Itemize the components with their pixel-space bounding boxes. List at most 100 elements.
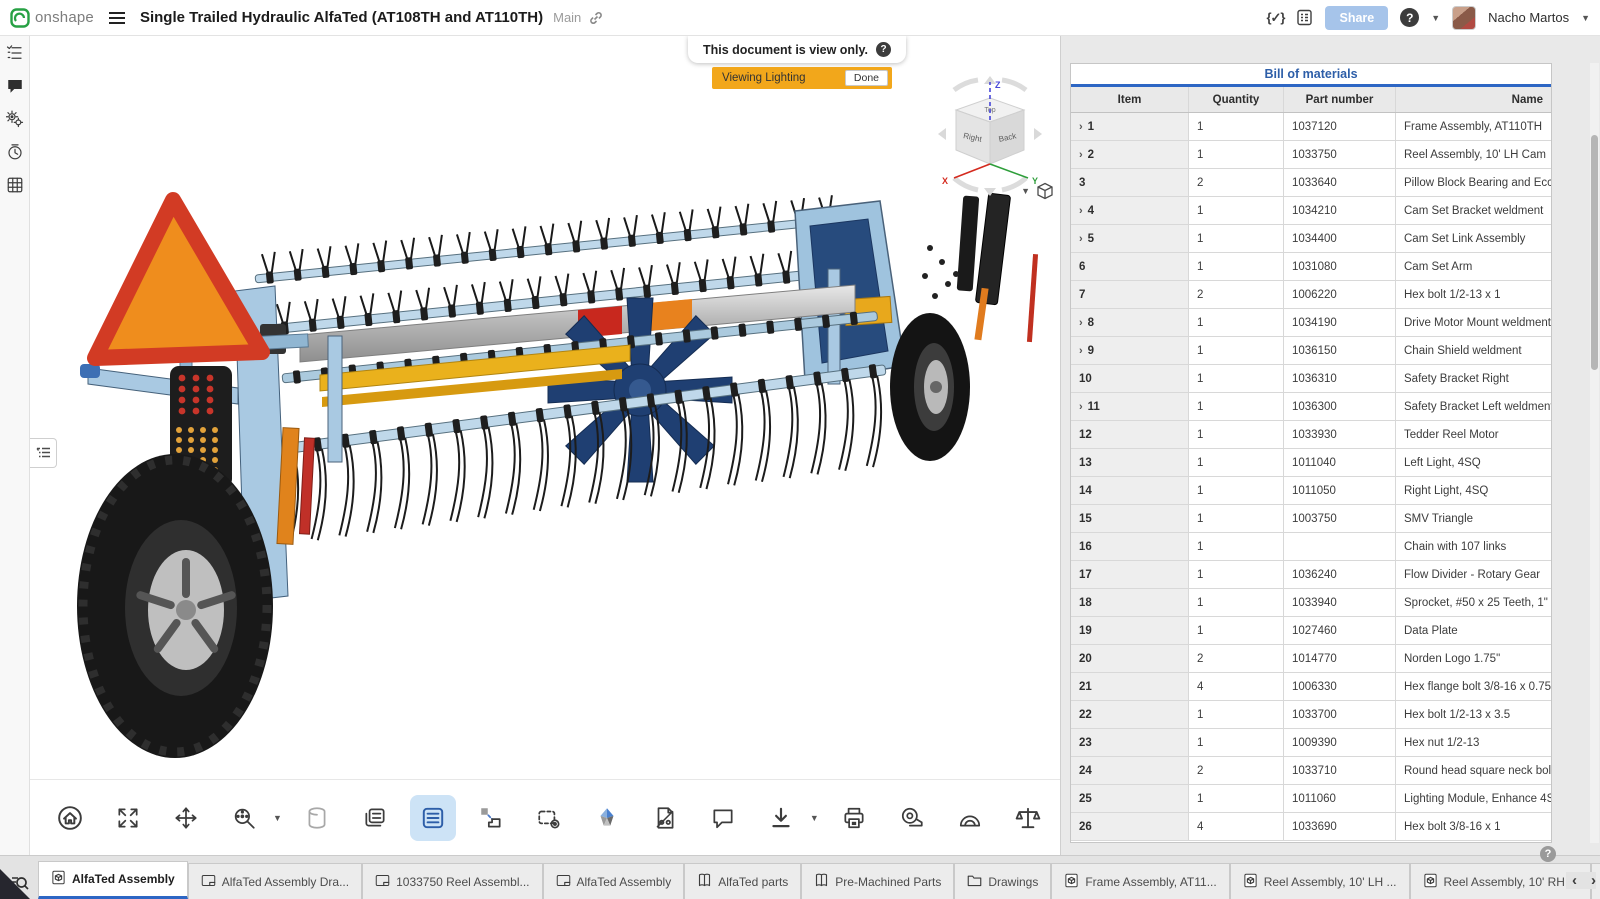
pan-button[interactable] <box>163 795 209 841</box>
row-expand-icon[interactable]: › <box>1079 401 1083 413</box>
bom-row[interactable]: ›411034210Cam Set Bracket weldment <box>1071 197 1551 225</box>
bom-row[interactable]: 1311011040Left Light, 4SQ <box>1071 449 1551 477</box>
bom-row[interactable]: ›111037120Frame Assembly, AT110TH <box>1071 113 1551 141</box>
featurescript-check-icon[interactable]: {✓} <box>1266 10 1284 26</box>
named-views-button[interactable] <box>352 795 398 841</box>
bom-item-cell[interactable]: ›8 <box>1071 309 1189 336</box>
bom-row[interactable]: 611031080Cam Set Arm <box>1071 253 1551 281</box>
zoom-fit-button[interactable] <box>105 795 151 841</box>
bom-row[interactable]: 2211033700Hex bolt 1/2-13 x 3.5 <box>1071 701 1551 729</box>
bom-row[interactable]: 161Chain with 107 links <box>1071 533 1551 561</box>
bom-scrollbar-thumb[interactable] <box>1591 135 1598 370</box>
bom-row[interactable]: 1711036240Flow Divider - Rotary Gear <box>1071 561 1551 589</box>
tab-drawings[interactable]: Drawings <box>954 863 1051 899</box>
bom-row[interactable]: ›911036150Chain Shield weldment <box>1071 337 1551 365</box>
share-button[interactable]: Share <box>1325 6 1388 30</box>
row-expand-icon[interactable]: › <box>1079 149 1083 161</box>
tab-alfated-assembly[interactable]: AlfaTed Assembly <box>38 861 188 899</box>
link-icon[interactable] <box>589 11 603 25</box>
section-view-button[interactable] <box>294 795 340 841</box>
comment-button[interactable] <box>700 795 746 841</box>
bom-column-header[interactable]: Quantity <box>1189 87 1284 112</box>
bom-item-cell[interactable]: ›4 <box>1071 197 1189 224</box>
instance-tree-handle[interactable] <box>30 438 57 468</box>
bom-scrollbar[interactable] <box>1590 63 1599 843</box>
bom-item-cell[interactable]: ›2 <box>1071 141 1189 168</box>
sidebar-comment-icon[interactable] <box>4 75 26 97</box>
angle-button[interactable] <box>947 795 993 841</box>
onshape-logo[interactable]: onshape <box>10 8 94 28</box>
sidebar-history-icon[interactable] <box>4 141 26 163</box>
help-menu-icon[interactable]: ? <box>1400 8 1419 27</box>
bom-row[interactable]: 2421033710Round head square neck bolt 1/… <box>1071 757 1551 785</box>
bom-row[interactable]: 1911027460Data Plate <box>1071 617 1551 645</box>
bom-row[interactable]: 1411011050Right Light, 4SQ <box>1071 477 1551 505</box>
bom-item-cell[interactable]: ›1 <box>1071 113 1189 140</box>
bom-item-cell[interactable]: ›11 <box>1071 393 1189 420</box>
view-options-menu[interactable]: ▼ <box>1021 182 1054 200</box>
tab-reel-assembly-10-rh[interactable]: Reel Assembly, 10' RH ... <box>1410 863 1592 899</box>
bom-row[interactable]: 2511011060Lighting Module, Enhance 4SQ <box>1071 785 1551 813</box>
tabs-prev-icon[interactable]: ‹ <box>1572 872 1577 889</box>
bom-column-header[interactable]: Part number <box>1284 87 1396 112</box>
bom-row[interactable]: 1811033940Sprocket, #50 x 25 Teeth, 1" S… <box>1071 589 1551 617</box>
mass-properties-button[interactable] <box>1005 795 1051 841</box>
export-caret-icon[interactable]: ▼ <box>810 813 819 823</box>
tab-alfated-parts[interactable]: AlfaTed parts <box>684 863 801 899</box>
bom-row[interactable]: 1511003750SMV Triangle <box>1071 505 1551 533</box>
tab-pre-machined-parts[interactable]: Pre-Machined Parts <box>801 863 954 899</box>
configurations-button[interactable] <box>526 795 572 841</box>
view-options-caret-icon[interactable]: ▼ <box>1021 186 1030 196</box>
bom-row[interactable]: ›511034400Cam Set Link Assembly <box>1071 225 1551 253</box>
exploded-views-button[interactable] <box>468 795 514 841</box>
bom-row[interactable]: 2641033690Hex bolt 3/8-16 x 1 <box>1071 813 1551 841</box>
tab-alfated-assembly[interactable]: AlfaTed Assembly <box>543 863 685 899</box>
zoom-button[interactable] <box>221 795 267 841</box>
bom-row[interactable]: 1211033930Tedder Reel Motor <box>1071 421 1551 449</box>
sidebar-tables-icon[interactable] <box>4 174 26 196</box>
bom-item-cell[interactable]: ›9 <box>1071 337 1189 364</box>
bom-row[interactable]: 2021014770Norden Logo 1.75" <box>1071 645 1551 673</box>
measure-button[interactable] <box>889 795 935 841</box>
tabs-next-icon[interactable]: › <box>1591 872 1596 889</box>
bom-row[interactable]: 321033640Pillow Block Bearing and Eccent… <box>1071 169 1551 197</box>
bom-row[interactable]: ›1111036300Safety Bracket Left weldment <box>1071 393 1551 421</box>
home-button[interactable] <box>47 795 93 841</box>
tabbar-help-icon[interactable]: ? <box>1540 846 1556 862</box>
appearances-button[interactable] <box>584 795 630 841</box>
user-name[interactable]: Nacho Martos <box>1488 10 1569 25</box>
bom-row[interactable]: ›211033750Reel Assembly, 10' LH Cam <box>1071 141 1551 169</box>
row-expand-icon[interactable]: › <box>1079 233 1083 245</box>
tab-reel-assembly-10-lh[interactable]: Reel Assembly, 10' LH ... <box>1230 863 1410 899</box>
sidebar-gears-icon[interactable] <box>4 108 26 130</box>
user-menu-caret-icon[interactable]: ▼ <box>1581 13 1590 23</box>
sidebar-feature-list-icon[interactable] <box>4 42 26 64</box>
bom-column-header[interactable]: Item <box>1071 87 1189 112</box>
tab-1033750-reel-assembl[interactable]: 1033750 Reel Assembl... <box>362 863 542 899</box>
bom-column-header[interactable]: Name <box>1396 87 1551 112</box>
row-expand-icon[interactable]: › <box>1079 317 1083 329</box>
tab-frame-assembly-at11[interactable]: Frame Assembly, AT11... <box>1051 863 1229 899</box>
properties-panel-icon[interactable] <box>1296 9 1313 26</box>
bom-row[interactable]: 2311009390Hex nut 1/2-13 <box>1071 729 1551 757</box>
assembly-3d-view[interactable] <box>30 36 1060 781</box>
lighting-done-button[interactable]: Done <box>845 70 888 86</box>
zoom-caret-icon[interactable]: ▼ <box>273 813 282 823</box>
export-button[interactable] <box>758 795 804 841</box>
bom-row[interactable]: ›811034190Drive Motor Mount weldment <box>1071 309 1551 337</box>
bom-item-cell[interactable]: ›5 <box>1071 225 1189 252</box>
user-avatar[interactable] <box>1452 6 1476 30</box>
help-caret-icon[interactable]: ▼ <box>1431 13 1440 23</box>
print-button[interactable] <box>831 795 877 841</box>
row-expand-icon[interactable]: › <box>1079 121 1083 133</box>
row-expand-icon[interactable]: › <box>1079 205 1083 217</box>
view-only-help-icon[interactable]: ? <box>876 42 891 57</box>
bom-row[interactable]: 1011036310Safety Bracket Right <box>1071 365 1551 393</box>
bom-table-button[interactable] <box>410 795 456 841</box>
drawing-button[interactable] <box>642 795 688 841</box>
workspace-label[interactable]: Main <box>553 10 581 25</box>
row-expand-icon[interactable]: › <box>1079 345 1083 357</box>
main-menu-icon[interactable] <box>108 11 126 25</box>
bom-row[interactable]: 2141006330Hex flange bolt 3/8-16 x 0.75 <box>1071 673 1551 701</box>
tab-alfated-assembly-dra[interactable]: AlfaTed Assembly Dra... <box>188 863 362 899</box>
